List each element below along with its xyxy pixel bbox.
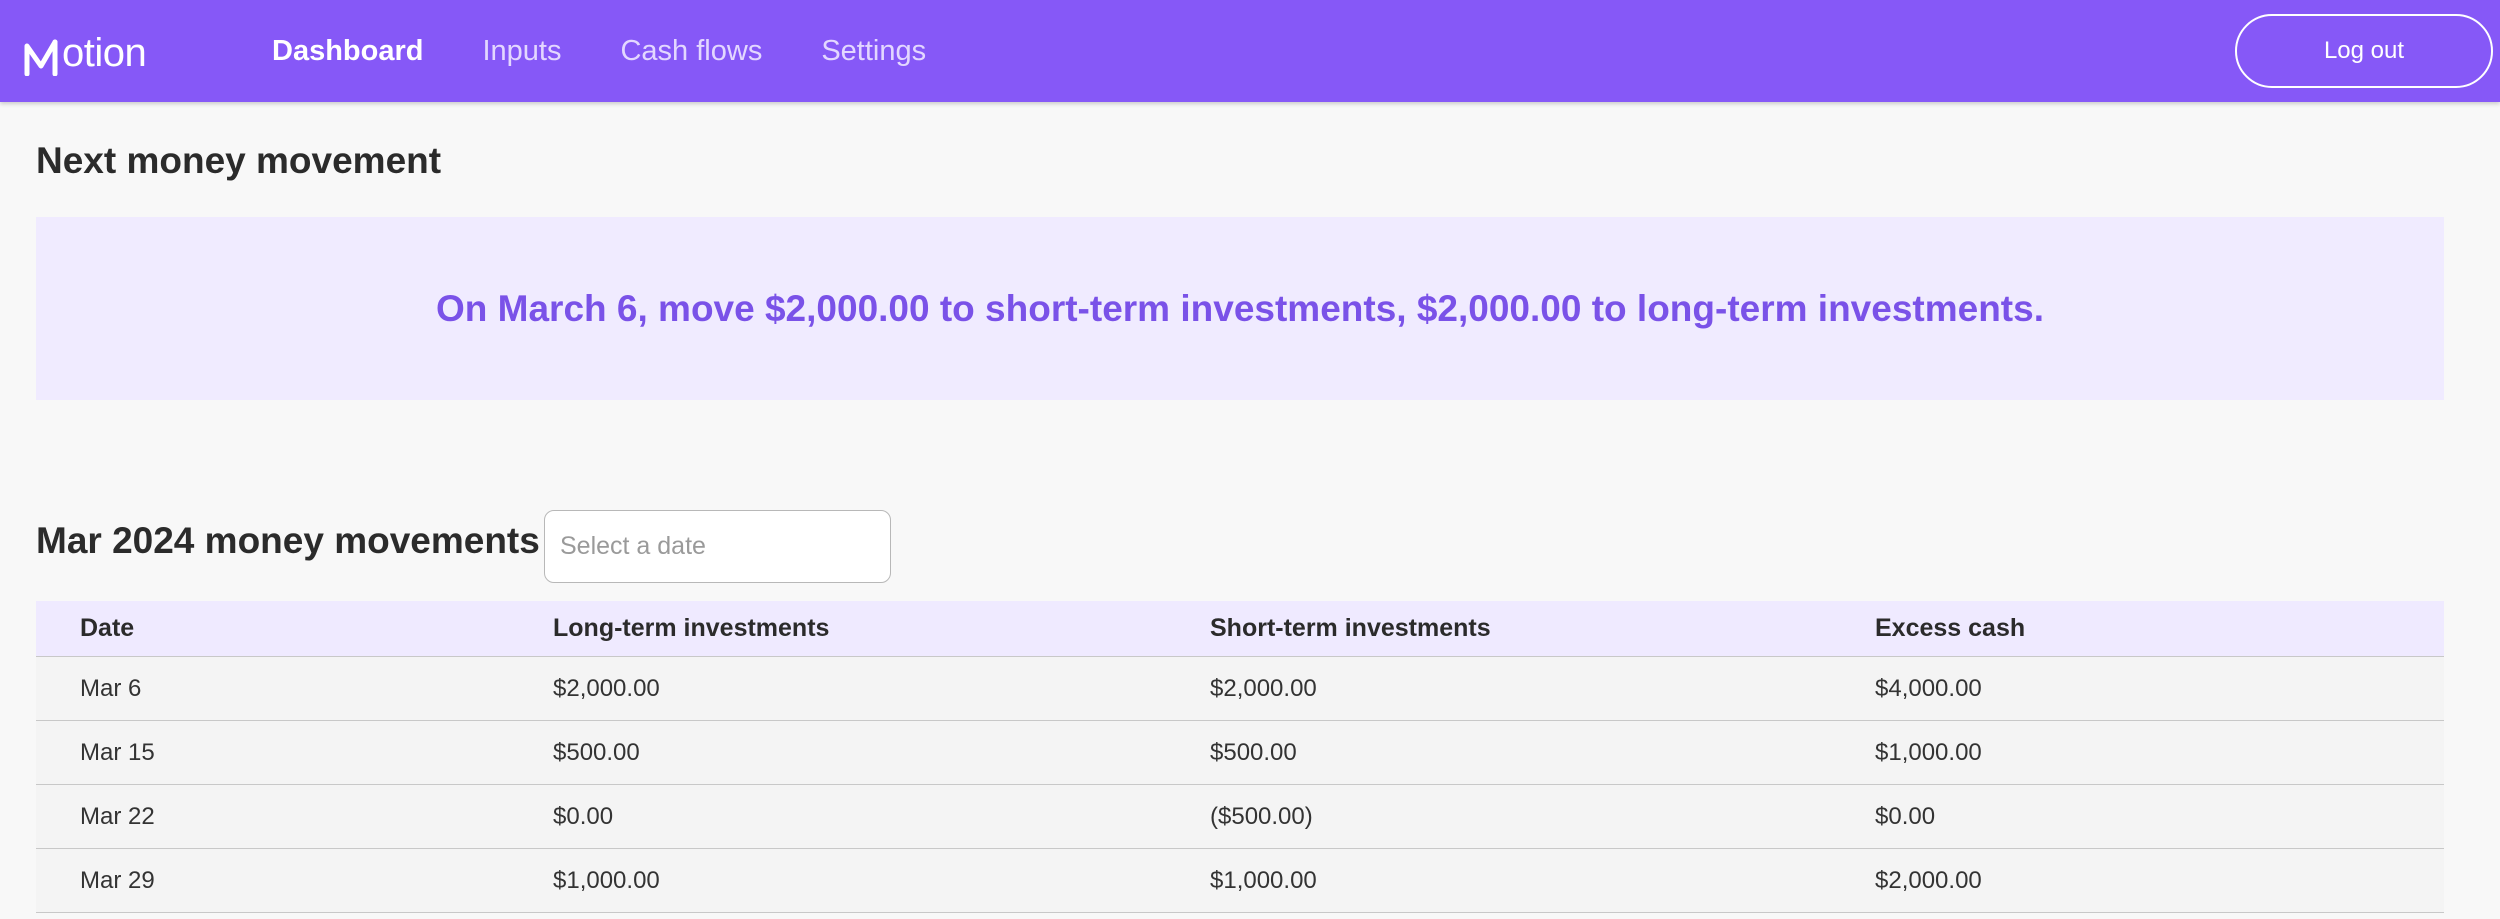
cell-long-term: $1,000.00 bbox=[553, 866, 660, 894]
nav-links: Dashboard Inputs Cash flows Settings bbox=[272, 0, 985, 102]
column-header-excess-cash: Excess cash bbox=[1875, 614, 2026, 642]
table-header-row: Date Long-term investments Short-term in… bbox=[36, 601, 2444, 657]
column-header-long-term: Long-term investments bbox=[553, 614, 830, 642]
logo[interactable]: otion bbox=[24, 26, 147, 76]
logo-m-icon bbox=[24, 39, 58, 76]
cell-excess-cash: $4,000.00 bbox=[1875, 674, 1982, 702]
cell-excess-cash: $0.00 bbox=[1875, 802, 1936, 830]
cell-date: Mar 6 bbox=[80, 674, 142, 702]
cell-excess-cash: $1,000.00 bbox=[1875, 738, 1982, 766]
top-navbar: otion Dashboard Inputs Cash flows Settin… bbox=[0, 0, 2500, 102]
next-movement-message: On March 6, move $2,000.00 to short-term… bbox=[435, 287, 2044, 329]
movements-table: Date Long-term investments Short-term in… bbox=[36, 601, 2444, 913]
cell-date: Mar 22 bbox=[80, 802, 155, 830]
table-row: Mar 15 $500.00 $500.00 $1,000.00 bbox=[36, 721, 2444, 785]
nav-link-dashboard[interactable]: Dashboard bbox=[272, 35, 423, 68]
cell-short-term: $1,000.00 bbox=[1210, 866, 1317, 894]
table-row: Mar 6 $2,000.00 $2,000.00 $4,000.00 bbox=[36, 657, 2444, 721]
cell-short-term: $2,000.00 bbox=[1210, 674, 1317, 702]
cell-date: Mar 15 bbox=[80, 738, 155, 766]
cell-short-term: ($500.00) bbox=[1210, 802, 1313, 830]
movements-title: Mar 2024 money movements bbox=[36, 520, 540, 561]
table-row: Mar 29 $1,000.00 $1,000.00 $2,000.00 bbox=[36, 849, 2444, 913]
next-movement-title: Next money movement bbox=[36, 140, 442, 181]
cell-long-term: $2,000.00 bbox=[553, 674, 660, 702]
date-picker-input[interactable] bbox=[544, 510, 891, 583]
nav-link-inputs[interactable]: Inputs bbox=[482, 35, 561, 68]
cell-excess-cash: $2,000.00 bbox=[1875, 866, 1982, 894]
nav-link-settings[interactable]: Settings bbox=[821, 35, 926, 68]
cell-short-term: $500.00 bbox=[1210, 738, 1297, 766]
nav-link-cash-flows[interactable]: Cash flows bbox=[620, 35, 762, 68]
next-movement-banner: On March 6, move $2,000.00 to short-term… bbox=[36, 217, 2444, 400]
cell-long-term: $0.00 bbox=[553, 802, 614, 830]
column-header-short-term: Short-term investments bbox=[1210, 614, 1491, 642]
table-row: Mar 22 $0.00 ($500.00) $0.00 bbox=[36, 785, 2444, 849]
logo-text: otion bbox=[62, 31, 147, 75]
logout-button[interactable]: Log out bbox=[2235, 14, 2493, 88]
cell-long-term: $500.00 bbox=[553, 738, 640, 766]
column-header-date: Date bbox=[80, 614, 135, 642]
cell-date: Mar 29 bbox=[80, 866, 155, 894]
